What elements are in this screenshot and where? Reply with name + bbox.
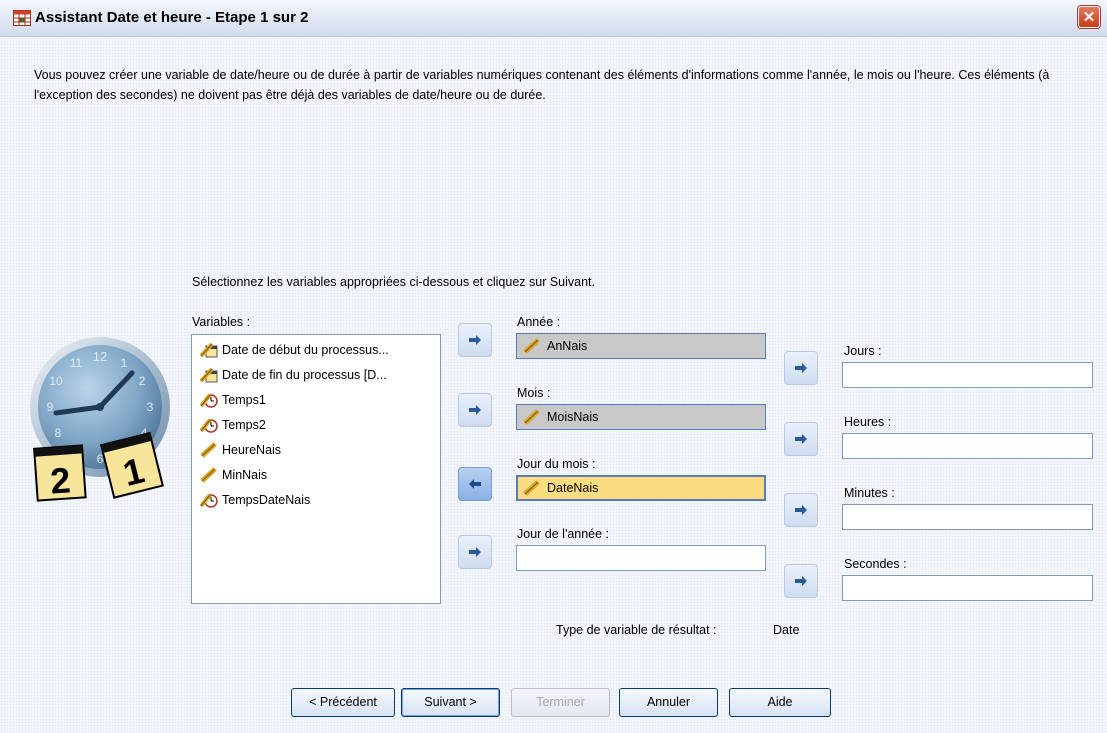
jour-du-mois-value: DateNais (547, 481, 599, 495)
annee-field[interactable]: AnNais (516, 333, 766, 359)
jours-field[interactable] (842, 362, 1093, 388)
title-bar: Assistant Date et heure - Etape 1 sur 2 … (0, 0, 1107, 37)
annee-value: AnNais (547, 339, 588, 353)
variable-name: Temps2 (222, 418, 266, 432)
spreadsheet-app-icon (13, 10, 31, 26)
jour-annee-label: Jour de l'année : (517, 527, 610, 541)
variable-name: HeureNais (222, 443, 282, 457)
close-button[interactable]: ✕ (1078, 6, 1100, 28)
move-to-annee-button[interactable] (458, 323, 492, 357)
date-variable-icon (200, 367, 218, 383)
variable-name: MinNais (222, 468, 268, 482)
remove-jour-du-mois-button[interactable] (458, 467, 492, 501)
minutes-field[interactable] (842, 504, 1093, 530)
right-arrow-icon (795, 434, 807, 444)
clock-number: 10 (49, 374, 63, 388)
variables-list[interactable]: Date de début du processus... Date de fi… (191, 334, 441, 604)
right-arrow-icon (469, 335, 481, 345)
instruction-text: Sélectionnez les variables appropriées c… (192, 275, 595, 289)
scale-variable-icon (200, 442, 217, 458)
secondes-label: Secondes : (844, 557, 907, 571)
move-to-jours-button[interactable] (784, 351, 818, 385)
jours-label: Jours : (844, 344, 882, 358)
jour-annee-field[interactable] (516, 545, 766, 571)
right-arrow-icon (469, 405, 481, 415)
annee-label: Année : (517, 315, 561, 329)
move-to-secondes-button[interactable] (784, 564, 818, 598)
finish-button[interactable]: Terminer (511, 688, 610, 717)
window-title: Assistant Date et heure - Etape 1 sur 2 (35, 9, 309, 26)
clock-number: 2 (139, 374, 146, 388)
move-to-minutes-button[interactable] (784, 493, 818, 527)
variable-name: Temps1 (222, 393, 266, 407)
minutes-label: Minutes : (844, 486, 895, 500)
scale-variable-icon (200, 467, 217, 483)
previous-button[interactable]: < Précédent (291, 688, 395, 717)
close-icon: ✕ (1082, 9, 1096, 26)
move-to-mois-button[interactable] (458, 393, 492, 427)
result-type-label: Type de variable de résultat : (556, 623, 717, 637)
right-arrow-icon (795, 505, 807, 515)
help-button[interactable]: Aide (729, 688, 831, 717)
result-type-value: Date (773, 623, 800, 637)
variable-name: Date de fin du processus [D... (222, 368, 387, 382)
jour-du-mois-field[interactable]: DateNais (516, 475, 766, 501)
cancel-button[interactable]: Annuler (619, 688, 718, 717)
right-arrow-icon (795, 576, 807, 586)
clock-number: 11 (70, 356, 83, 370)
clock-number: 3 (147, 400, 154, 414)
variable-name: Date de début du processus... (222, 343, 389, 357)
variable-name: TempsDateNais (222, 493, 311, 507)
clock-calendar-illustration: 12 1 2 3 4 5 6 7 8 9 10 11 2 1 (30, 337, 170, 502)
time-variable-icon (200, 493, 218, 508)
heures-field[interactable] (842, 433, 1093, 459)
intro-text: Vous pouvez créer une variable de date/h… (34, 68, 1050, 102)
calendar-page-number: 2 (49, 459, 72, 501)
heures-label: Heures : (844, 415, 892, 429)
clock-number: 1 (121, 356, 128, 370)
time-variable-icon (200, 393, 218, 408)
scale-variable-icon (523, 409, 540, 425)
mois-value: MoisNais (547, 410, 599, 424)
scale-variable-icon (523, 480, 540, 496)
mois-label: Mois : (517, 386, 551, 400)
jour-du-mois-label: Jour du mois : (517, 457, 596, 471)
left-arrow-icon (469, 479, 481, 489)
scale-variable-icon (523, 338, 540, 354)
right-arrow-icon (795, 363, 807, 373)
right-arrow-icon (469, 547, 481, 557)
time-variable-icon (200, 418, 218, 433)
variables-label: Variables : (192, 315, 251, 329)
clock-number: 9 (47, 400, 54, 414)
move-to-jour-annee-button[interactable] (458, 535, 492, 569)
next-button[interactable]: Suivant > (401, 688, 500, 717)
move-to-heures-button[interactable] (784, 422, 818, 456)
secondes-field[interactable] (842, 575, 1093, 601)
dialog-body: Vous pouvez créer une variable de date/h… (0, 37, 1107, 733)
clock-number: 8 (55, 426, 62, 440)
date-variable-icon (200, 342, 218, 358)
mois-field[interactable]: MoisNais (516, 404, 766, 430)
clock-number: 12 (93, 349, 107, 364)
